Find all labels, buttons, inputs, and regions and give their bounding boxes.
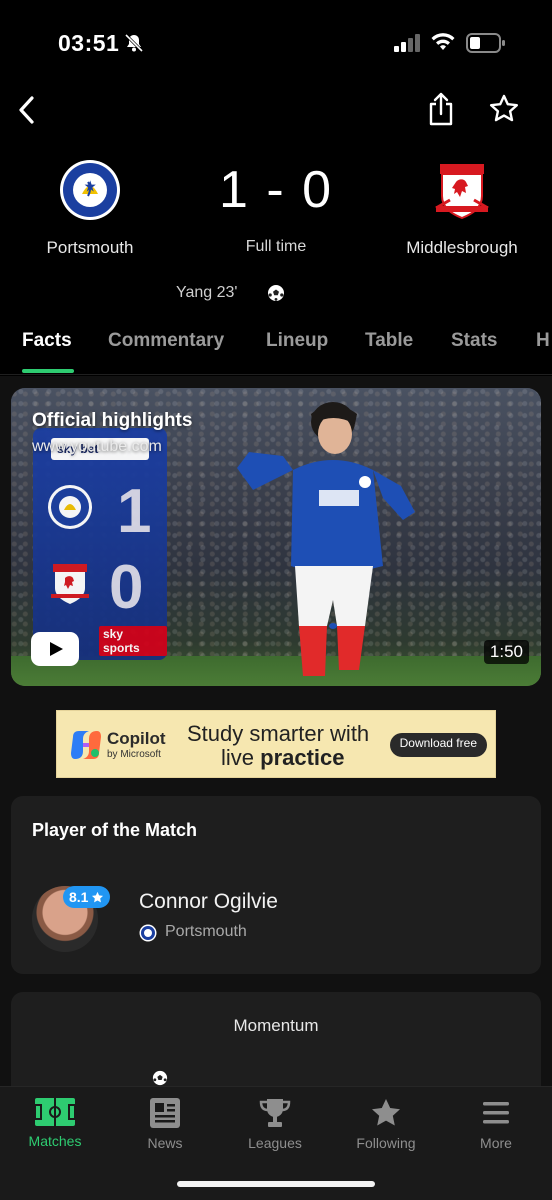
ad-banner[interactable]: Copilot by Microsoft Study smarter with … [56,710,496,778]
tab-commentary[interactable]: Commentary [108,330,224,352]
player-rating: 8.1 [69,889,89,905]
player-of-match-card[interactable]: Player of the Match 8.1 Connor Ogilvie P… [11,796,541,974]
ad-headline-plain: live [221,745,261,770]
goal-event: Yang 23' [176,280,285,306]
home-indicator[interactable] [177,1181,375,1187]
favorite-button[interactable] [484,88,524,130]
star-icon [372,1099,400,1126]
momentum-card[interactable]: Momentum [11,992,541,1086]
wifi-icon [431,33,455,50]
scoreboard-away-goals: 0 [109,553,144,622]
tab-stats[interactable]: Stats [451,330,497,352]
facts-content: sky bet 1 0 sky sports Official highligh… [0,376,552,1086]
momentum-title: Momentum [233,1016,319,1035]
active-tab-indicator [22,369,74,373]
battery-icon [466,33,505,53]
bell-muted-icon [124,33,144,53]
signal-icon [394,34,420,52]
match-header: Portsmouth 1 - 0 Full time Middlesbrough… [0,150,552,320]
nav-following-label: Following [356,1135,416,1151]
tab-lineup[interactable]: Lineup [266,330,328,352]
back-button[interactable] [8,90,44,130]
match-score: 1 - 0 [218,161,334,219]
video-source: www.youtube.com [32,438,162,455]
status-time: 03:51 [58,30,120,56]
chevron-left-icon [19,96,34,124]
celebrating-player-image [237,402,415,676]
ad-headline-line1: Study smarter with [187,721,370,746]
tab-table[interactable]: Table [365,330,413,352]
portsmouth-crest-icon [48,485,92,529]
player-name: Connor Ogilvie [139,890,278,913]
player-rating-badge: 8.1 [63,886,111,908]
ad-brand: Copilot [107,729,166,748]
nav-leagues-label: Leagues [248,1135,302,1151]
video-duration: 1:50 [483,640,529,664]
menu-icon [483,1102,509,1124]
match-status: Full time [245,238,307,255]
football-icon [152,1070,168,1086]
middlesbrough-crest-icon [51,564,89,604]
football-icon [268,285,285,301]
copilot-logo-icon [71,731,101,759]
highlights-video[interactable]: sky bet 1 0 sky sports Official highligh… [11,388,541,686]
away-team[interactable]: Middlesbrough [382,158,542,258]
status-bar: 03:51 [0,0,552,80]
ad-headline-line2: live practice [221,745,345,771]
portsmouth-crest-icon [60,160,120,220]
scoreboard-home-goals: 1 [117,477,152,546]
star-outline-icon [490,94,518,122]
thumbnail-scoreboard: sky bet 1 0 sky sports [33,428,167,660]
ad-headline-bold: practice [260,745,345,770]
trophy-icon [259,1099,291,1127]
news-icon [150,1098,180,1128]
middlesbrough-crest-icon [435,164,489,220]
tab-facts[interactable]: Facts [22,330,72,352]
top-bar [0,80,552,140]
broadcaster-logo: sky sports [99,626,167,656]
tab-h[interactable]: H [536,330,550,352]
goal-scorer: Yang 23' [176,284,238,301]
share-icon [429,92,453,126]
away-team-name: Middlesbrough [406,238,518,257]
star-icon [92,891,104,902]
nav-matches[interactable]: Matches [0,1097,110,1149]
portsmouth-crest-icon [139,924,157,942]
player-team: Portsmouth [165,923,247,940]
ad-brand-sub: by Microsoft [107,749,161,760]
share-button[interactable] [422,88,460,130]
nav-more-label: More [480,1135,512,1151]
nav-matches-label: Matches [28,1133,82,1149]
home-team-name: Portsmouth [46,238,134,257]
nav-news-label: News [147,1135,183,1151]
nav-news[interactable]: News [110,1097,220,1151]
youtube-play-icon[interactable] [31,632,79,666]
match-tabs: Facts Commentary Lineup Table Stats H [0,320,552,375]
ad-download-button[interactable]: Download free [389,733,487,757]
potm-title: Player of the Match [32,820,198,840]
nav-more[interactable]: More [441,1097,551,1151]
nav-following[interactable]: Following [331,1097,441,1151]
home-team[interactable]: Portsmouth [10,158,170,258]
video-title: Official highlights [32,410,193,431]
nav-leagues[interactable]: Leagues [220,1097,330,1151]
pitch-icon [34,1098,76,1126]
